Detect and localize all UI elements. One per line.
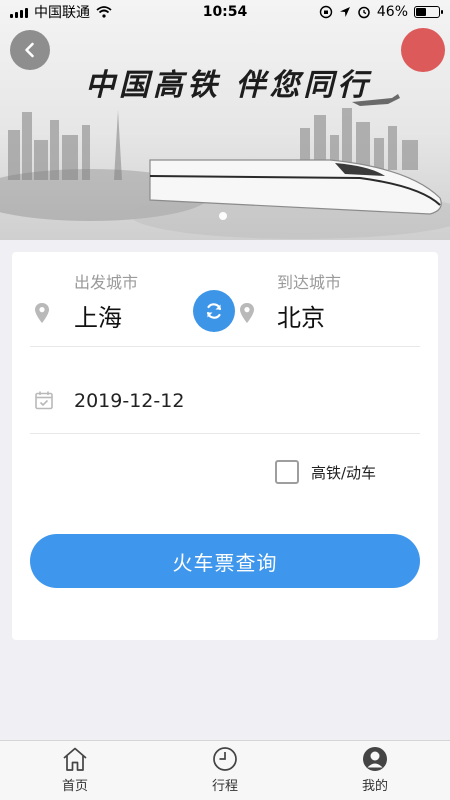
- back-button[interactable]: [10, 30, 50, 70]
- tab-home[interactable]: 首页: [0, 741, 150, 800]
- status-bar: 中国联通 10:54 46%: [0, 0, 450, 24]
- tab-home-label: 首页: [61, 779, 88, 794]
- clock-icon: [213, 747, 237, 771]
- battery-icon: [414, 6, 443, 18]
- tab-profile-label: 我的: [361, 779, 388, 794]
- to-city-value[interactable]: 北京: [277, 298, 325, 333]
- banner-page-dot[interactable]: [219, 212, 227, 220]
- query-tickets-button[interactable]: 火车票查询: [30, 534, 420, 588]
- wifi-icon: [96, 6, 112, 18]
- carrier-name: 中国联通: [34, 5, 90, 21]
- bottom-tab-bar: 首页 行程 我的: [0, 740, 450, 800]
- alarm-icon: [358, 6, 370, 19]
- from-city-label: 出发城市: [74, 273, 139, 292]
- to-city-label: 到达城市: [277, 273, 342, 292]
- chevron-left-icon: [25, 42, 34, 58]
- tab-trips[interactable]: 行程: [150, 741, 300, 800]
- orientation-lock-icon: [319, 5, 333, 19]
- departure-date[interactable]: 2019-12-12: [74, 390, 184, 412]
- location-icon: [339, 7, 350, 17]
- tab-profile[interactable]: 我的: [300, 741, 450, 800]
- battery-percent: 46%: [376, 4, 408, 20]
- ticket-search-card: 出发城市 上海 到达城市 北京 2019-12-12 高铁/动车 火车票查询: [12, 252, 438, 640]
- tab-trips-label: 行程: [211, 779, 238, 794]
- location-pin-icon: [240, 303, 254, 323]
- highspeed-checkbox[interactable]: [275, 460, 299, 484]
- location-pin-icon: [35, 303, 49, 323]
- swap-cities-button[interactable]: [193, 290, 235, 332]
- battery-fill: [416, 8, 427, 16]
- divider: [30, 346, 420, 347]
- highspeed-label[interactable]: 高铁/动车: [311, 462, 376, 483]
- from-city-value[interactable]: 上海: [74, 298, 122, 333]
- banner: 中国高铁 伴您同行: [0, 0, 450, 240]
- banner-title: 中国高铁 伴您同行: [85, 68, 372, 103]
- home-icon: [63, 747, 87, 771]
- calendar-icon: [35, 391, 53, 410]
- banner-illustration: [0, 28, 450, 239]
- refresh-icon: [206, 303, 222, 319]
- user-icon: [363, 747, 387, 771]
- divider: [30, 433, 420, 434]
- signal-icon: [10, 6, 28, 18]
